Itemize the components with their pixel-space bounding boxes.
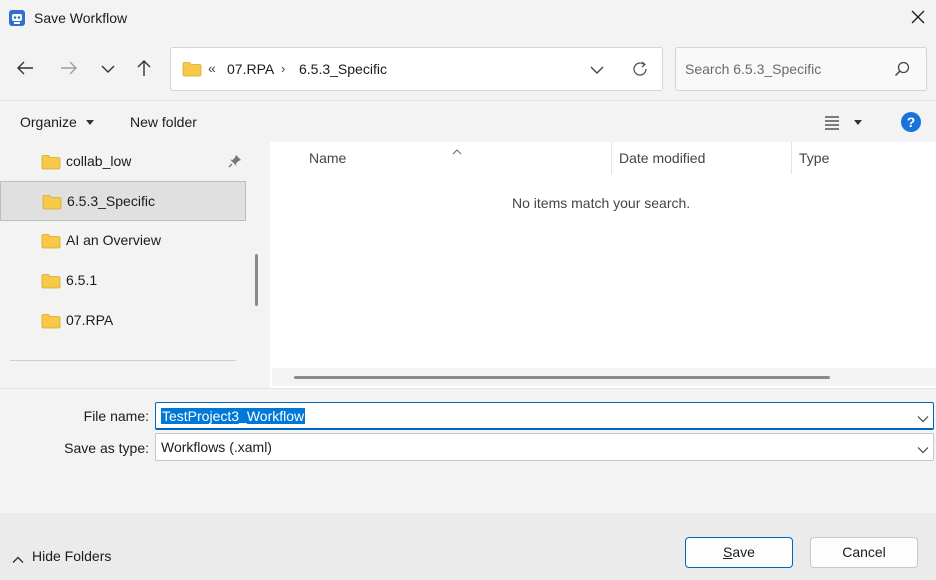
arrow-left-icon — [16, 60, 34, 79]
save-as-type-value: Workflows (.xaml) — [161, 439, 272, 455]
breadcrumb-07-rpa[interactable]: 07.RPA — [227, 61, 274, 77]
horizontal-scrollbar-thumb[interactable] — [294, 376, 830, 379]
back-button[interactable] — [11, 57, 39, 81]
nav-item-label: 6.5.3_Specific — [67, 193, 155, 209]
address-bar[interactable]: « 07.RPA › 6.5.3_Specific — [170, 47, 663, 91]
sort-ascending-icon — [452, 142, 462, 158]
folder-icon — [41, 313, 61, 332]
forward-button[interactable] — [55, 57, 83, 81]
nav-item-07-rpa[interactable]: 07.RPA — [0, 301, 246, 341]
folder-icon — [41, 273, 61, 292]
arrow-right-icon — [60, 60, 78, 79]
chevron-down-icon — [101, 61, 115, 77]
up-button[interactable] — [130, 57, 158, 81]
refresh-button[interactable] — [628, 58, 652, 82]
nav-divider — [10, 360, 236, 361]
pin-icon[interactable] — [228, 154, 242, 171]
save-as-type-label: Save as type: — [64, 440, 149, 456]
folder-icon — [41, 154, 61, 173]
new-folder-button[interactable]: New folder — [130, 114, 197, 130]
save-button-label: ave — [732, 544, 755, 560]
navigation-pane: collab_low 6.5.3_Specific AI an Overview… — [0, 142, 268, 388]
save-button[interactable]: Save — [685, 537, 793, 568]
save-button-mnemonic: S — [723, 544, 733, 560]
refresh-icon — [631, 60, 649, 81]
file-name-value[interactable]: TestProject3_Workflow — [161, 408, 306, 424]
column-header-date-modified[interactable]: Date modified — [619, 150, 705, 166]
search-icon[interactable] — [894, 61, 910, 80]
chevron-down-icon[interactable] — [917, 441, 929, 457]
help-icon[interactable]: ? — [901, 112, 921, 132]
save-form: File name: TestProject3_Workflow Save as… — [0, 388, 936, 513]
breadcrumb-current[interactable]: 6.5.3_Specific — [299, 61, 387, 77]
file-name-field[interactable]: TestProject3_Workflow — [155, 402, 934, 430]
save-as-type-select[interactable]: Workflows (.xaml) — [155, 433, 934, 461]
column-divider[interactable] — [791, 142, 792, 174]
nav-item-label: collab_low — [66, 153, 132, 169]
folder-icon — [42, 194, 62, 213]
chevron-down-icon — [590, 62, 604, 78]
search-box[interactable]: Search 6.5.3_Specific — [675, 47, 927, 91]
breadcrumb-separator[interactable]: › — [281, 61, 285, 76]
recent-locations-button[interactable] — [94, 57, 122, 81]
chevron-up-icon — [12, 551, 24, 567]
nav-item-6-5-3-specific[interactable]: 6.5.3_Specific — [0, 181, 246, 221]
search-input[interactable]: Search 6.5.3_Specific — [685, 61, 821, 77]
view-options-icon[interactable] — [824, 114, 840, 133]
column-header-name[interactable]: Name — [309, 150, 346, 166]
file-name-label: File name: — [83, 408, 149, 424]
chevron-down-icon[interactable] — [917, 410, 929, 426]
caret-down-icon[interactable] — [86, 120, 94, 125]
column-divider[interactable] — [611, 142, 612, 174]
dialog-footer: Hide Folders Save Cancel — [0, 513, 936, 580]
nav-item-label: AI an Overview — [66, 232, 161, 248]
breadcrumb-overflow[interactable]: « — [208, 60, 216, 76]
window-title: Save Workflow — [34, 10, 128, 26]
address-row: « 07.RPA › 6.5.3_Specific Search 6.5.3_S… — [0, 37, 936, 100]
organize-menu[interactable]: Organize — [20, 114, 77, 130]
horizontal-scrollbar[interactable] — [272, 368, 936, 386]
close-button[interactable] — [900, 0, 936, 37]
empty-message: No items match your search. — [512, 195, 691, 211]
nav-item-6-5-1[interactable]: 6.5.1 — [0, 261, 246, 301]
file-list: Name Date modified Type No items match y… — [270, 142, 936, 388]
robot-app-icon — [8, 9, 26, 27]
nav-scrollbar-thumb[interactable] — [255, 254, 258, 306]
cancel-button[interactable]: Cancel — [810, 537, 918, 568]
nav-item-collab-low[interactable]: collab_low — [0, 142, 246, 182]
nav-item-ai-an-overview[interactable]: AI an Overview — [0, 221, 246, 261]
arrow-up-icon — [136, 59, 152, 80]
address-history-dropdown[interactable] — [586, 60, 608, 80]
nav-item-label: 6.5.1 — [66, 272, 98, 288]
folder-icon — [41, 233, 61, 252]
command-bar: Organize New folder ? — [0, 100, 936, 142]
title-bar: Save Workflow — [0, 0, 936, 37]
hide-folders-label: Hide Folders — [32, 548, 112, 564]
folder-icon — [182, 61, 202, 80]
close-icon — [911, 10, 925, 27]
column-header-type[interactable]: Type — [799, 150, 829, 166]
caret-down-icon[interactable] — [854, 120, 862, 125]
nav-item-label: 07.RPA — [66, 312, 114, 328]
